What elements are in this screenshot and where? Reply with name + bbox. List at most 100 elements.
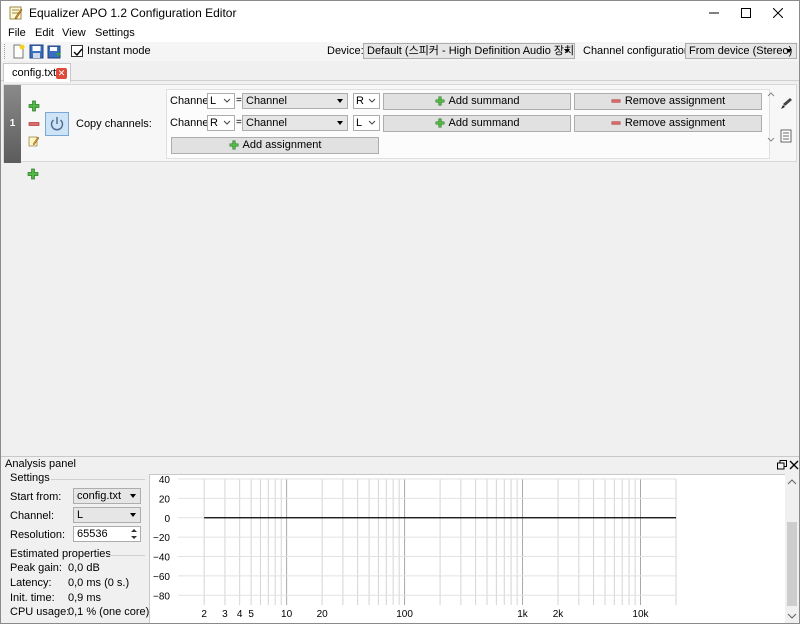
instant-mode-checkbox[interactable] [71,45,83,57]
row-number-handle[interactable]: 1 [4,85,21,163]
minus-icon [611,121,621,125]
plus-icon [229,140,239,150]
menu-settings[interactable]: Settings [95,27,135,39]
toolbar: Instant mode Device: Default (스피커 - High… [1,42,799,61]
init-time-value: 0,9 ms [68,592,102,604]
new-file-icon[interactable] [11,44,26,59]
scroll-thumb[interactable] [787,522,797,606]
device-label: Device: [327,45,364,57]
target-channel-select[interactable]: R [207,115,235,131]
scroll-down-icon [787,613,797,619]
text-view-icon[interactable] [779,129,793,143]
x-tick-label: 5 [248,609,254,620]
settings-group-title: Settings [10,472,50,484]
source-channel-value: L [356,117,363,129]
brush-icon[interactable] [779,97,793,111]
start-from-select[interactable]: config.txt [73,488,141,504]
menu-view[interactable]: View [62,27,86,39]
close-icon [773,8,783,18]
resolution-spinbox[interactable]: 65536 [73,526,141,542]
y-tick-label: −60 [153,572,170,583]
window-title: Equalizer APO 1.2 Configuration Editor [29,6,237,20]
x-tick-label: 10k [632,609,649,620]
remove-filter-icon[interactable] [28,118,40,130]
device-select[interactable]: Default (스피커 - High Definition Audio 장치) [363,43,575,59]
cpu-usage-value: 0,1 % (one core) [68,606,150,618]
channel-label: Channel [170,95,211,107]
dropdown-arrow-icon [337,99,343,103]
close-button[interactable] [755,1,799,25]
source-channel-select[interactable]: R [353,93,380,109]
tab-config-txt[interactable]: config.txt ✕ [3,63,71,82]
x-tick-label: 100 [396,609,413,620]
estimated-group-title: Estimated properties [10,548,111,560]
channel-config-label: Channel configuration: [583,45,694,57]
latency-value: 0,0 ms (0 s.) [68,577,130,589]
filter-name: Copy channels: [76,118,152,130]
dropdown-arrow-icon [337,121,343,125]
copy-channels-editor: Channel L = Channel R Add summand Remove… [166,89,770,159]
power-icon [50,117,64,131]
tab-bar: config.txt ✕ [1,61,799,82]
channel-select[interactable]: L [73,507,141,523]
y-tick-label: 40 [159,475,171,486]
menu-file[interactable]: File [8,27,26,39]
row-number: 1 [9,118,16,129]
save-as-icon[interactable] [47,44,62,59]
editor-area: 1 Copy channels: Channel L = Channel R A… [1,82,799,454]
instant-mode-label: Instant mode [87,45,151,57]
y-tick-label: −40 [153,553,170,564]
title-bar: Equalizer APO 1.2 Configuration Editor [1,1,799,25]
equals-sign: = [236,117,242,128]
target-channel-value: R [210,117,218,129]
y-tick-label: −20 [153,533,170,544]
add-summand-label: Add summand [448,117,520,129]
remove-assignment-button[interactable]: Remove assignment [574,93,762,110]
power-toggle-button[interactable] [45,112,69,136]
toolbar-grip[interactable] [4,44,7,59]
resolution-value: 65536 [77,528,108,540]
resolution-label: Resolution: [10,529,66,541]
spin-arrows-icon[interactable] [129,527,139,541]
x-tick-label: 4 [237,609,243,620]
init-time-label: Init. time: [10,592,55,604]
maximize-icon [741,8,751,18]
menu-edit[interactable]: Edit [35,27,54,39]
add-summand-button[interactable]: Add summand [383,93,571,110]
y-tick-label: 20 [159,494,171,505]
plot-scrollbar[interactable] [785,474,799,623]
dropdown-arrow-icon [130,494,136,498]
start-from-value: config.txt [77,490,122,502]
analysis-panel-header: Analysis panel [1,456,799,471]
app-icon [9,6,23,20]
channel-config-select[interactable]: From device (Stereo) [685,43,797,59]
frequency-response-plot[interactable]: 40 20 0 −20 −40 −60 −80 2 3 4 5 10 20 100 1k 2k 10k [149,474,799,623]
add-filter-bottom-icon[interactable] [27,168,39,180]
peak-gain-value: 0,0 dB [68,562,100,574]
filter-row: 1 Copy channels: Channel L = Channel R A… [3,84,797,163]
menu-bar: File Edit View Settings [1,25,799,42]
filter-scrollbar[interactable] [766,89,776,159]
cpu-usage-label: CPU usage: [10,606,70,618]
add-summand-button[interactable]: Add summand [383,115,571,132]
source-type-select[interactable]: Channel [242,93,348,109]
plus-icon [435,96,444,106]
tab-close-icon[interactable]: ✕ [56,68,67,79]
remove-assignment-button[interactable]: Remove assignment [574,115,762,132]
add-assignment-button[interactable]: Add assignment [171,137,379,154]
float-panel-icon[interactable] [777,460,787,470]
equals-sign: = [236,95,242,106]
minus-icon [611,99,621,103]
source-type-value: Channel [246,95,287,107]
add-filter-icon[interactable] [28,100,40,112]
save-icon[interactable] [29,44,44,59]
target-channel-select[interactable]: L [207,93,235,109]
start-from-label: Start from: [10,491,62,503]
close-panel-icon[interactable] [789,460,799,470]
edit-filter-icon[interactable] [28,135,40,147]
source-type-select[interactable]: Channel [242,115,348,131]
source-type-value: Channel [246,117,287,129]
remove-assignment-label: Remove assignment [624,95,726,107]
source-channel-select[interactable]: L [353,115,380,131]
channel-value: L [77,509,84,521]
